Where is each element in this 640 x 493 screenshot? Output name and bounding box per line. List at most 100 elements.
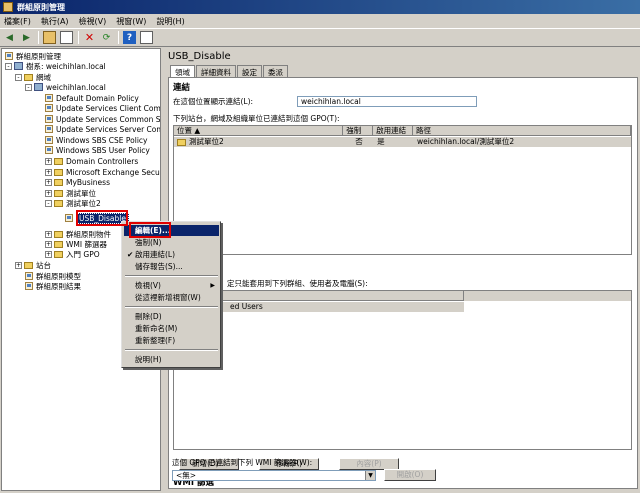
sites-icon	[24, 261, 33, 269]
tree-item-gpo-link[interactable]: Update Services Common S	[45, 114, 160, 124]
menu-item-refresh[interactable]: 重新整理(F)	[124, 335, 219, 346]
gpo-link-icon	[65, 214, 73, 222]
tree-item-domains[interactable]: - 網域	[15, 72, 51, 82]
menu-item-rename[interactable]: 重新命名(M)	[124, 323, 219, 334]
folder-icon	[54, 240, 63, 248]
tree-item-modeling[interactable]: 群組原則模型	[25, 271, 81, 281]
ou-icon	[54, 178, 63, 186]
menu-separator	[125, 275, 218, 277]
submenu-arrow-icon: ▶	[210, 282, 215, 289]
expand-icon[interactable]: +	[45, 230, 52, 238]
gpo-link-icon	[45, 94, 53, 102]
window-title: 群組原則管理	[17, 2, 65, 12]
forest-icon	[14, 62, 23, 70]
wmi-description: 這個 GPO 已連結到下列 WMI 篩選器(W):	[172, 458, 313, 467]
tree-item-sites[interactable]: + 站台	[15, 260, 51, 270]
folder-icon	[24, 73, 33, 81]
gpm-icon	[5, 52, 13, 60]
details-pane: USB_Disable 領域 詳細資料 設定 委派 連結 在這個位置顯示連結(L…	[164, 48, 640, 491]
toolbar-separator	[38, 31, 39, 44]
properties-icon[interactable]	[60, 31, 73, 44]
forward-arrow-icon[interactable]: ▶	[20, 31, 33, 44]
tree-item-ou[interactable]: + Microsoft Exchange Securit	[45, 167, 160, 177]
expand-icon[interactable]: +	[45, 157, 52, 165]
gpo-link-icon	[45, 125, 53, 133]
menu-separator	[125, 306, 218, 308]
tree-item-gpo-link[interactable]: Windows SBS CSE Policy	[45, 135, 147, 145]
tree-item-gpo-link[interactable]: Default Domain Policy	[45, 93, 139, 103]
column-path[interactable]: 路徑	[412, 126, 631, 136]
column-link-enabled[interactable]: 啟用連結	[373, 126, 413, 136]
scope-tab-body: 連結 在這個位置顯示連結(L): weichihlan.local 下列站台，網…	[168, 77, 638, 489]
expand-icon[interactable]: +	[15, 261, 22, 269]
menu-help[interactable]: 說明(H)	[156, 16, 184, 27]
menu-item-view[interactable]: 檢視(V) ▶	[124, 280, 219, 291]
security-filter-list[interactable]: ed Users	[173, 290, 632, 450]
menu-item-help[interactable]: 說明(H)	[124, 354, 219, 365]
expand-icon[interactable]: +	[45, 240, 52, 248]
location-dropdown[interactable]: weichihlan.local	[297, 96, 477, 107]
collapse-icon[interactable]: -	[45, 199, 52, 207]
folder-icon	[54, 230, 63, 238]
expand-icon[interactable]: +	[45, 189, 52, 197]
expand-icon[interactable]: +	[45, 250, 52, 258]
menu-view[interactable]: 檢視(V)	[79, 16, 107, 27]
open-button[interactable]: 開啟(O)	[384, 469, 436, 481]
menu-item-delete[interactable]: 刪除(D)	[124, 311, 219, 322]
tree-item-ou[interactable]: + Domain Controllers	[45, 156, 138, 166]
location-label: 在這個位置顯示連結(L):	[173, 97, 254, 106]
tree-item-gpo-link[interactable]: Update Services Server Com	[45, 124, 160, 134]
refresh-icon[interactable]: ⟳	[100, 31, 113, 44]
tree-item-starter-gpo[interactable]: + 入門 GPO	[45, 249, 100, 259]
column-location[interactable]: 位置 ▲	[174, 126, 344, 136]
gpo-title: USB_Disable	[168, 51, 231, 62]
ou-icon	[177, 138, 186, 146]
tree-item-gpo-link[interactable]: Windows SBS User Policy	[45, 145, 150, 155]
menu-action[interactable]: 執行(A)	[41, 16, 69, 27]
menu-window[interactable]: 視窗(W)	[116, 16, 146, 27]
gpm-app-icon	[3, 2, 13, 12]
menu-item-enforced[interactable]: 強制(N)	[124, 237, 219, 248]
toolbar-separator	[118, 31, 119, 44]
gpo-link-icon	[45, 136, 53, 144]
chevron-down-icon[interactable]: ▼	[365, 471, 375, 480]
security-filter-header	[174, 291, 631, 301]
wmi-filter-dropdown[interactable]: <無> ▼	[172, 470, 376, 481]
links-heading: 連結	[173, 83, 191, 93]
table-row[interactable]: 測試單位2 否 是 weichihlan.local/測試單位2	[174, 137, 631, 147]
highlight-box-edit	[129, 222, 171, 238]
tree-item-ou[interactable]: + 測試單位	[45, 188, 96, 198]
menu-item-new-window[interactable]: 從這裡新增視窗(W)	[124, 292, 219, 303]
ou-icon	[54, 168, 63, 176]
tree-item-results[interactable]: 群組原則結果	[25, 281, 81, 291]
menu-bar: 檔案(F) 執行(A) 檢視(V) 視窗(W) 說明(H)	[0, 14, 640, 29]
menu-item-link-enabled[interactable]: ✔ 啟用連結(L)	[124, 249, 219, 260]
tree-item-ou[interactable]: + MyBusiness	[45, 177, 110, 187]
expand-icon[interactable]: +	[45, 178, 52, 186]
expand-icon[interactable]: +	[45, 168, 52, 176]
gpo-link-icon	[45, 104, 53, 112]
tree-item-wmi-filters[interactable]: + WMI 篩選器	[45, 239, 107, 249]
tree-item-gpo-container[interactable]: + 群組原則物件	[45, 229, 111, 239]
menu-item-save-report[interactable]: 儲存報告(S)...	[124, 261, 219, 272]
model-icon	[25, 272, 33, 280]
tree-item-domain[interactable]: - weichihlan.local	[25, 82, 106, 92]
help-icon[interactable]: ?	[123, 31, 136, 44]
ou-icon	[54, 157, 63, 165]
tree-item-gpm[interactable]: 群組原則管理	[5, 51, 61, 61]
tree-item-forest[interactable]: - 樹系: weichihlan.local	[5, 61, 106, 71]
links-list[interactable]: 位置 ▲ 強制 啟用連結 路徑 測試單位2 否 是 weichihlan.loc…	[173, 125, 632, 255]
tree-item-ou[interactable]: - 測試單位2	[45, 198, 101, 208]
tree-item-gpo-link[interactable]: Update Services Client Com	[45, 103, 160, 113]
collapse-icon[interactable]: -	[15, 73, 22, 81]
up-folder-icon[interactable]	[43, 31, 56, 44]
results-icon	[25, 282, 33, 290]
details-icon[interactable]	[140, 31, 153, 44]
column-enforced[interactable]: 強制	[343, 126, 374, 136]
back-arrow-icon[interactable]: ◀	[3, 31, 16, 44]
collapse-icon[interactable]: -	[25, 83, 32, 91]
collapse-icon[interactable]: -	[5, 62, 12, 70]
menu-separator	[125, 349, 218, 351]
menu-file[interactable]: 檔案(F)	[4, 16, 31, 27]
delete-icon[interactable]: ✕	[83, 31, 96, 44]
